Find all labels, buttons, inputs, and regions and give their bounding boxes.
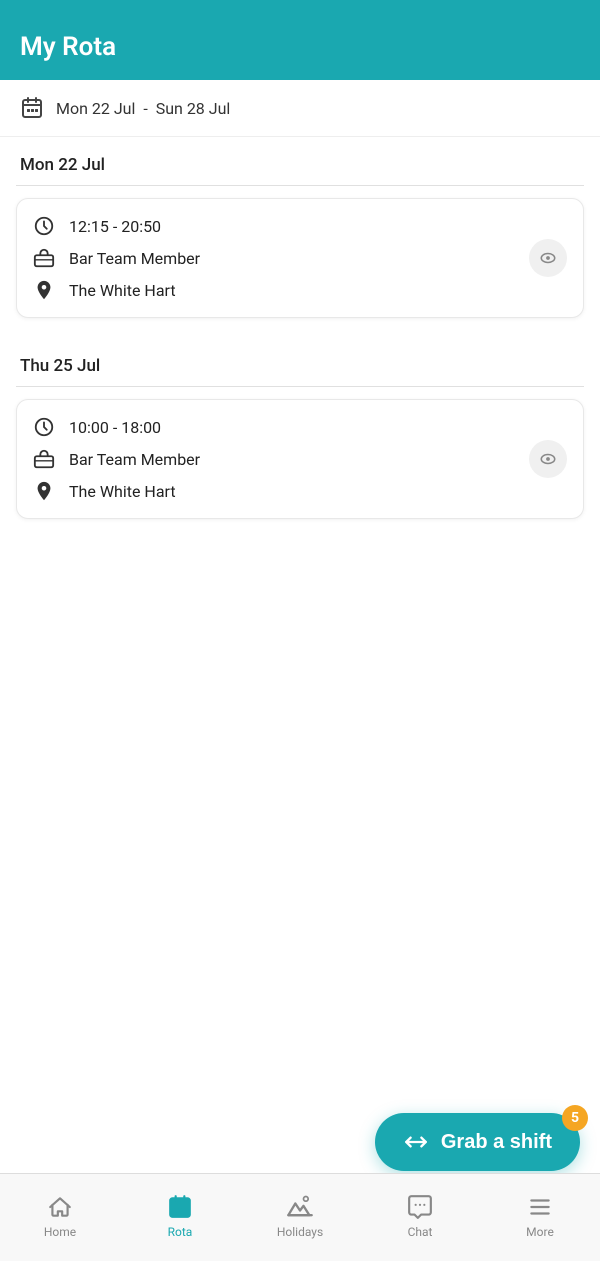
location-icon-2 bbox=[33, 480, 55, 502]
shift-card-2: 10:00 - 18:00 Bar Team Member The White … bbox=[16, 399, 584, 519]
nav-label-rota: Rota bbox=[168, 1225, 193, 1239]
more-icon bbox=[526, 1193, 554, 1221]
chat-icon bbox=[406, 1193, 434, 1221]
grab-shift-button[interactable]: Grab a shift bbox=[375, 1113, 580, 1171]
grab-shift-badge: 5 bbox=[562, 1105, 588, 1131]
briefcase-icon-2 bbox=[33, 448, 55, 470]
home-icon bbox=[46, 1193, 74, 1221]
location-icon-1 bbox=[33, 279, 55, 301]
nav-item-more[interactable]: More bbox=[480, 1193, 600, 1239]
shift-card-1: 12:15 - 20:50 Bar Team Member The White … bbox=[16, 198, 584, 318]
app-header: My Rota bbox=[0, 0, 600, 80]
shift-role-row-2: Bar Team Member bbox=[33, 448, 567, 470]
grab-shift-fab-container: Grab a shift 5 bbox=[375, 1113, 580, 1171]
clock-icon-1 bbox=[33, 215, 55, 237]
briefcase-icon-1 bbox=[33, 247, 55, 269]
shift-role-1: Bar Team Member bbox=[69, 249, 200, 268]
day-label-thu: Thu 25 Jul bbox=[16, 338, 584, 387]
shift-time-row-1: 12:15 - 20:50 bbox=[33, 215, 567, 237]
shift-location-1: The White Hart bbox=[69, 281, 176, 300]
nav-label-holidays: Holidays bbox=[277, 1225, 323, 1239]
date-range-bar[interactable]: Mon 22 Jul - Sun 28 Jul bbox=[0, 80, 600, 137]
view-shift-button-2[interactable] bbox=[529, 440, 567, 478]
nav-label-home: Home bbox=[44, 1225, 76, 1239]
view-shift-button-1[interactable] bbox=[529, 239, 567, 277]
shift-role-2: Bar Team Member bbox=[69, 450, 200, 469]
shift-role-row-1: Bar Team Member bbox=[33, 247, 567, 269]
holidays-icon bbox=[286, 1193, 314, 1221]
date-range-text: Mon 22 Jul - Sun 28 Jul bbox=[56, 99, 230, 118]
calendar-icon bbox=[20, 96, 44, 120]
shift-location-row-2: The White Hart bbox=[33, 480, 567, 502]
grab-shift-label: Grab a shift bbox=[441, 1131, 552, 1154]
nav-item-rota[interactable]: Rota bbox=[120, 1193, 240, 1239]
main-content: Mon 22 Jul 12:15 - 20:50 Bar Team Member bbox=[0, 137, 600, 519]
shift-location-2: The White Hart bbox=[69, 482, 176, 501]
nav-label-chat: Chat bbox=[408, 1225, 433, 1239]
shift-location-row-1: The White Hart bbox=[33, 279, 567, 301]
shift-time-row-2: 10:00 - 18:00 bbox=[33, 416, 567, 438]
shift-time-1: 12:15 - 20:50 bbox=[69, 217, 161, 236]
day-label-mon: Mon 22 Jul bbox=[16, 137, 584, 186]
nav-item-holidays[interactable]: Holidays bbox=[240, 1193, 360, 1239]
clock-icon-2 bbox=[33, 416, 55, 438]
nav-item-home[interactable]: Home bbox=[0, 1193, 120, 1239]
bottom-nav: Home Rota Holida bbox=[0, 1173, 600, 1261]
nav-item-chat[interactable]: Chat bbox=[360, 1193, 480, 1239]
nav-label-more: More bbox=[526, 1225, 554, 1239]
shift-time-2: 10:00 - 18:00 bbox=[69, 418, 161, 437]
page-title: My Rota bbox=[20, 32, 116, 62]
rota-icon bbox=[166, 1193, 194, 1221]
